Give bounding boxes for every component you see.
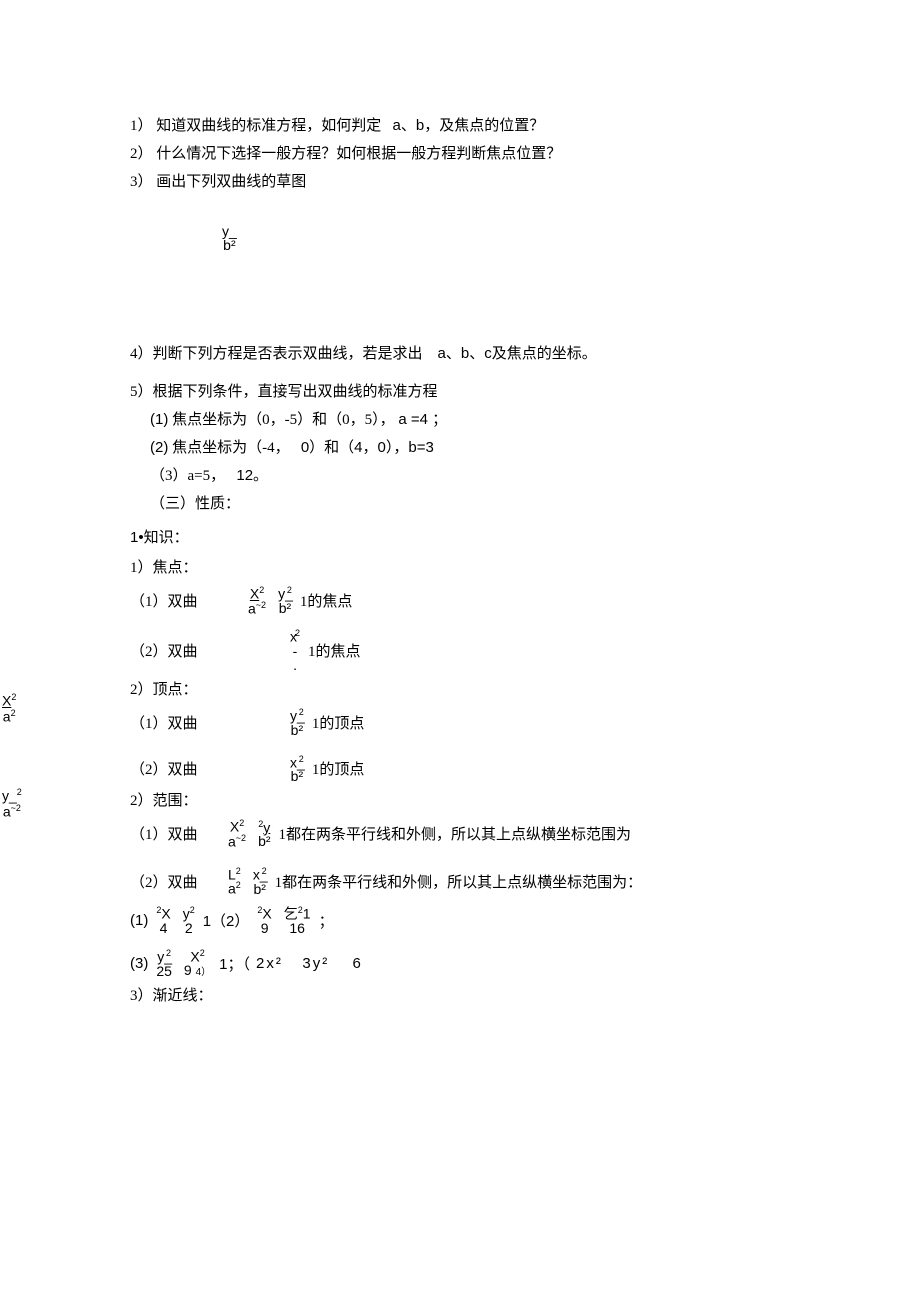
- eq1-a: 2X 4 y2 2: [154, 906, 196, 935]
- row3-label: （1）双曲: [130, 712, 240, 733]
- row6-label: （2）双曲: [130, 871, 220, 892]
- q5-sub2: (2) 焦点坐标为（-4， 0）和（4，0），b=3: [150, 436, 830, 460]
- eq2-a: y_2 25 X2 9 4）: [154, 949, 213, 979]
- range-heading: 2）范围：: [130, 789, 830, 813]
- question-4: 4）判断下列方程是否表示双曲线，若是求出 a、b、c及焦点的坐标。: [130, 342, 830, 366]
- row4-tail: 1的顶点: [312, 758, 365, 779]
- row6-tail: 1都在两条平行线和外侧，所以其上点纵横坐标范围为：: [275, 871, 643, 892]
- frag-bot: b²: [222, 238, 237, 252]
- q1-text-a: 1） 知道双曲线的标准方程，如何判定: [130, 118, 381, 134]
- q5-3-text-a: （3）a=5，: [150, 468, 225, 484]
- focus-heading: 1）焦点：: [130, 556, 830, 580]
- q5-3-text-b: 12。: [236, 467, 268, 484]
- row5-label: （1）双曲: [130, 823, 220, 844]
- eq2-term2: 3y²: [302, 955, 329, 972]
- row2-tail: 1的焦点: [308, 640, 361, 661]
- eq1-num: (1): [130, 912, 148, 929]
- question-2: 2） 什么情况下选择一般方程？如何根据一般方程判断焦点位置？: [130, 142, 830, 166]
- eq1-b: 2X 9 乞21 16: [255, 906, 312, 935]
- fragment-y-b2: y_ b²: [130, 224, 830, 252]
- row5-tail: 1都在两条平行线和外侧，所以其上点纵横坐标范围为: [279, 823, 632, 844]
- row3-eq: y_2 b²: [288, 708, 306, 737]
- row1-tail: 1的焦点: [300, 590, 353, 611]
- q5-2-num: (2): [150, 439, 168, 456]
- question-5: 5）根据下列条件，直接写出双曲线的标准方程: [130, 380, 830, 404]
- eq1-tail: ；: [319, 910, 334, 931]
- row2-eq: x2 - .: [288, 629, 302, 672]
- question-3: 3） 画出下列双曲线的草图: [130, 170, 830, 194]
- row2-label: （2）双曲: [130, 640, 240, 661]
- margin-fragment-2: y_2 a~2: [2, 788, 22, 820]
- q5-sub1: (1) 焦点坐标为（0，-5）和（0，5）， a =4 ；: [150, 408, 830, 432]
- row5-eq: X2 a~2 2y b²: [226, 819, 273, 848]
- range-row-1: （1）双曲 X2 a~2 2y b² 1都在两条平行线和外侧，所以其上点纵横坐标…: [130, 819, 830, 848]
- eq1-mid: 1（2）: [203, 910, 250, 931]
- q1-text-b: a、b，及焦点的位置？: [393, 117, 545, 134]
- vertex-heading: 2）顶点：: [130, 678, 830, 702]
- row1-eq: X2 a~2 y_2 b²: [246, 586, 294, 615]
- q5-2-text-b: 0）和（4，0），b=3: [301, 439, 434, 456]
- row3-tail: 1的顶点: [312, 712, 365, 733]
- document-body: 1） 知道双曲线的标准方程，如何判定 a、b，及焦点的位置？ 2） 什么情况下选…: [130, 110, 830, 1012]
- knowledge-1: 1•知识：: [130, 526, 830, 550]
- row6-eq: L2 a2 x_2 b²: [226, 867, 269, 896]
- question-1: 1） 知道双曲线的标准方程，如何判定 a、b，及焦点的位置？: [130, 114, 830, 138]
- margin-fragment-1: X2 a2: [2, 693, 16, 725]
- eq2-term3: 6: [352, 955, 360, 972]
- eq2-mid: 1；（: [219, 953, 250, 974]
- focus-row-1: （1）双曲 X2 a~2 y_2 b² 1的焦点: [130, 586, 830, 615]
- range-row-2: （2）双曲 L2 a2 x_2 b² 1都在两条平行线和外侧，所以其上点纵横坐标…: [130, 867, 830, 896]
- asymptote-heading: 3）渐近线：: [130, 984, 830, 1008]
- eq2-num: (3): [130, 955, 148, 972]
- vertex-row-2: （2）双曲 x_2 b² 1的顶点: [130, 755, 830, 784]
- equations-line-2: (3) y_2 25 X2 9 4） 1；（ 2x² 3y² 6: [130, 949, 830, 979]
- vertex-row-1: （1）双曲 y_2 b² 1的顶点: [130, 708, 830, 737]
- q4-text-b: a、b、c及焦点的坐标。: [438, 345, 597, 362]
- q5-sub3: （3）a=5， 12。: [150, 464, 830, 488]
- q5-1-tail: a =4 ；: [398, 411, 447, 428]
- row4-eq: x_2 b²: [288, 755, 306, 784]
- q5-1-num: (1): [150, 411, 168, 428]
- row4-label: （2）双曲: [130, 758, 240, 779]
- q4-text-a: 4）判断下列方程是否表示双曲线，若是求出: [130, 346, 423, 362]
- q5-1-text: 焦点坐标为（0，-5）和（0，5），: [172, 412, 395, 428]
- equations-line-1: (1) 2X 4 y2 2 1（2） 2X 9 乞21 16 ；: [130, 906, 830, 935]
- q5-2-text-a: 焦点坐标为（-4，: [172, 440, 290, 456]
- eq2-term1: 2x²: [256, 955, 283, 972]
- frag-top: y_: [222, 224, 237, 238]
- section-3-heading: （三）性质：: [150, 492, 830, 516]
- focus-row-2: （2）双曲 x2 - . 1的焦点: [130, 629, 830, 672]
- row1-label: （1）双曲: [130, 590, 240, 611]
